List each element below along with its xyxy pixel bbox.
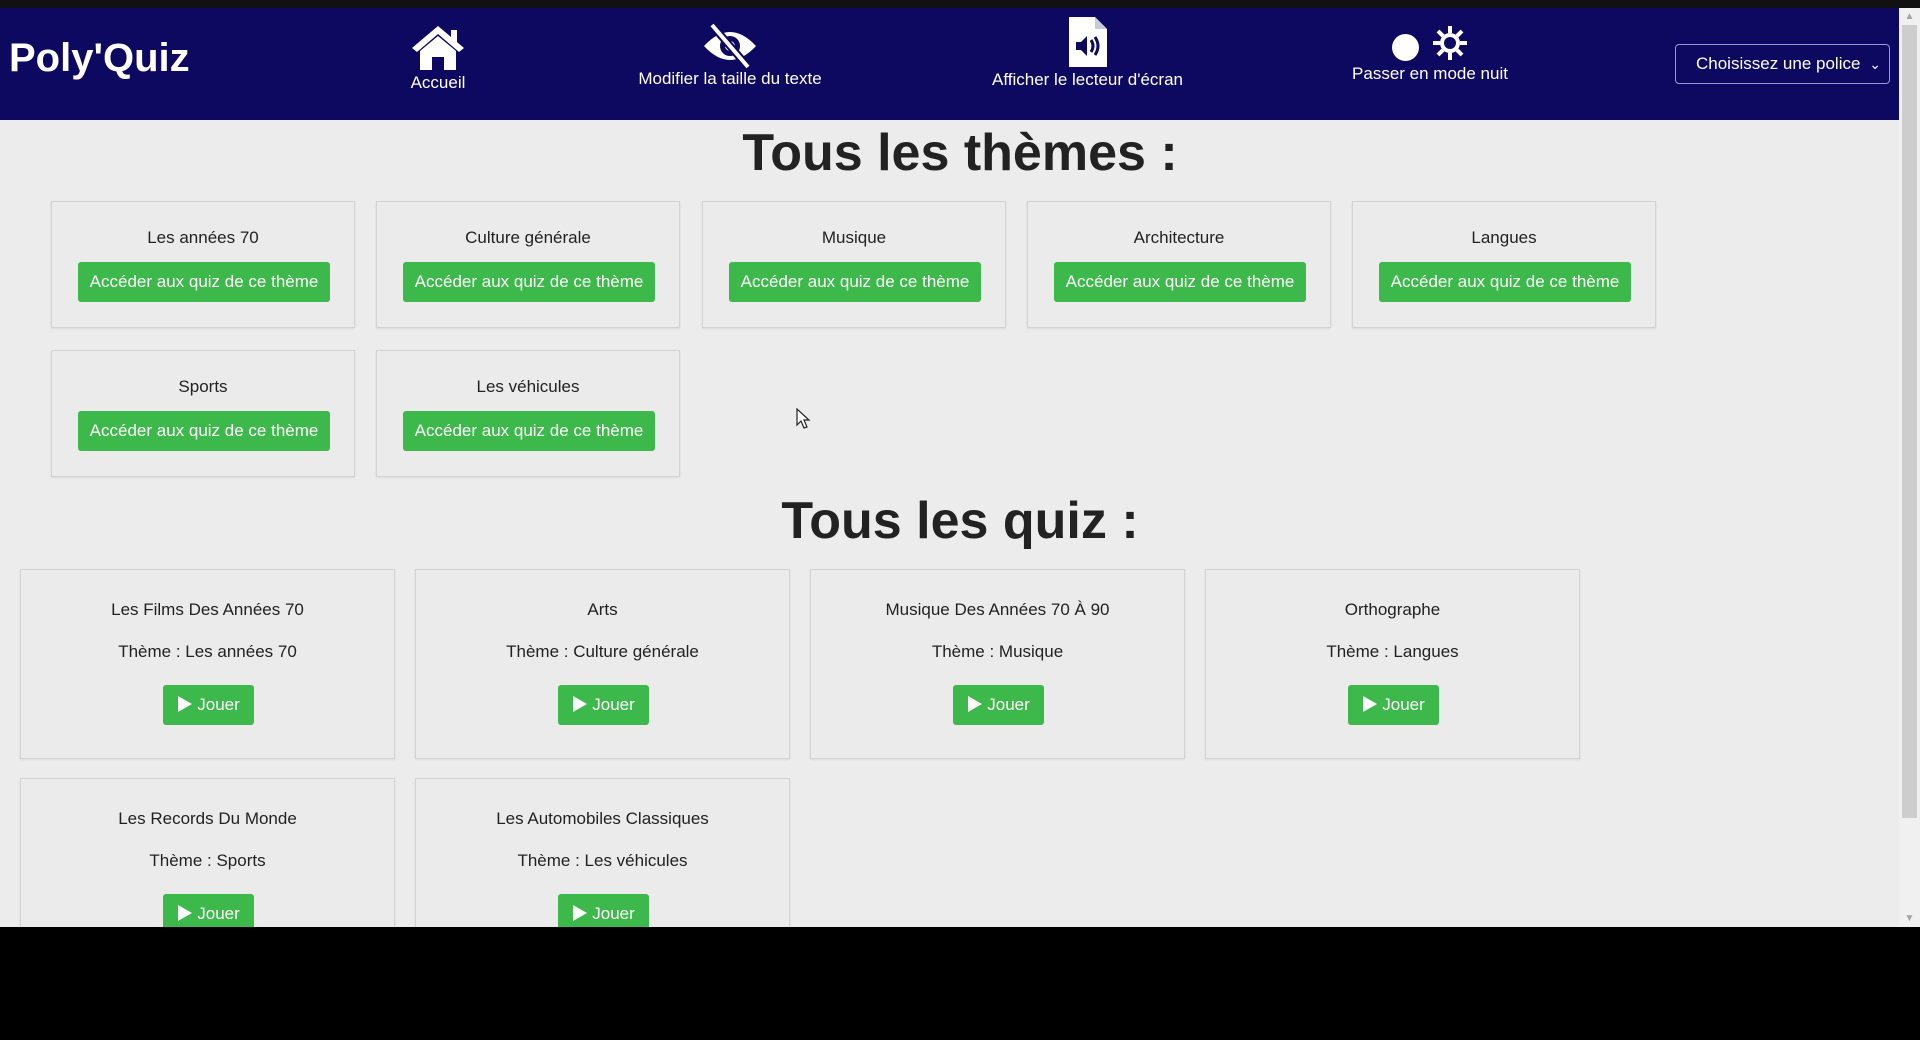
theme-name: Architecture	[1133, 228, 1225, 247]
brand-logo[interactable]: Poly'Quiz	[9, 36, 190, 81]
quiz-name: Les Films Des Années 70	[111, 600, 304, 619]
nav-screen-reader-label: Afficher le lecteur d'écran	[992, 70, 1183, 89]
quiz-theme: Thème : Les années 70	[118, 642, 297, 661]
quiz-name: Musique Des Années 70 À 90	[885, 600, 1110, 619]
play-button[interactable]: Jouer	[558, 685, 649, 725]
quiz-card: Musique Des Années 70 À 90 Thème : Musiq…	[810, 569, 1185, 759]
play-button[interactable]: Jouer	[163, 685, 254, 725]
theme-card: Architecture Accéder aux quiz de ce thèm…	[1027, 201, 1331, 328]
quiz-card: Orthographe Thème : Langues Jouer	[1205, 569, 1580, 759]
font-select-value: Choisissez une police	[1696, 54, 1861, 73]
theme-name: Les véhicules	[476, 377, 580, 396]
quiz-theme: Thème : Culture générale	[506, 642, 699, 661]
font-select[interactable]: Choisissez une police ⌄	[1675, 44, 1890, 84]
quiz-card: Arts Thème : Culture générale Jouer	[415, 569, 790, 759]
quiz-theme: Thème : Sports	[149, 851, 266, 870]
theme-card: Les véhicules Accéder aux quiz de ce thè…	[376, 350, 680, 477]
play-button[interactable]: Jouer	[1348, 685, 1439, 725]
nav-home[interactable]: Accueil	[398, 8, 478, 120]
play-icon	[178, 696, 193, 712]
mouse-cursor-icon	[796, 408, 811, 429]
quiz-card: Les Automobiles Classiques Thème : Les v…	[415, 778, 790, 927]
eye-slash-icon	[704, 22, 756, 70]
theme-name: Langues	[1471, 228, 1537, 247]
theme-card: Sports Accéder aux quiz de ce thème	[51, 350, 355, 477]
nav-home-label: Accueil	[410, 73, 466, 92]
quiz-theme: Thème : Musique	[931, 642, 1064, 661]
play-icon	[573, 696, 588, 712]
play-label: Jouer	[1382, 695, 1425, 714]
play-label: Jouer	[592, 695, 635, 714]
theme-access-button[interactable]: Accéder aux quiz de ce thème	[78, 411, 330, 451]
moon-icon	[1392, 33, 1419, 61]
quiz-card: Les Records Du Monde Thème : Sports Joue…	[20, 778, 395, 927]
quiz-name: Les Automobiles Classiques	[496, 809, 709, 828]
theme-access-button[interactable]: Accéder aux quiz de ce thème	[1379, 262, 1631, 302]
play-label: Jouer	[592, 904, 635, 923]
home-icon	[412, 26, 464, 70]
scroll-down-icon[interactable]: ▼	[1899, 910, 1920, 927]
scrollbar-thumb[interactable]	[1902, 25, 1917, 818]
nav-text-size[interactable]: Modifier la taille du texte	[615, 8, 845, 120]
nav-night-mode-label: Passer en mode nuit	[1352, 64, 1508, 83]
quiz-name: Arts	[587, 600, 618, 619]
theme-access-button[interactable]: Accéder aux quiz de ce thème	[729, 262, 981, 302]
page-viewport: Poly'Quiz Accueil Modifier la taille du …	[0, 8, 1899, 927]
quiz-theme: Thème : Langues	[1326, 642, 1459, 661]
play-label: Jouer	[197, 695, 240, 714]
scroll-up-icon[interactable]: ▲	[1899, 8, 1920, 25]
window-top-edge	[0, 0, 1920, 8]
nav-text-size-label: Modifier la taille du texte	[638, 69, 822, 88]
chevron-down-icon: ⌄	[1869, 56, 1881, 72]
theme-name: Les années 70	[147, 228, 259, 247]
theme-card: Langues Accéder aux quiz de ce thème	[1352, 201, 1656, 328]
theme-access-button[interactable]: Accéder aux quiz de ce thème	[78, 262, 330, 302]
play-label: Jouer	[197, 904, 240, 923]
audio-file-icon	[1068, 17, 1107, 67]
navbar: Poly'Quiz Accueil Modifier la taille du …	[0, 8, 1899, 120]
theme-access-button[interactable]: Accéder aux quiz de ce thème	[1054, 262, 1306, 302]
theme-access-button[interactable]: Accéder aux quiz de ce thème	[403, 262, 655, 302]
quiz-name: Les Records Du Monde	[118, 809, 297, 828]
quiz-theme: Thème : Les véhicules	[517, 851, 688, 870]
play-icon	[968, 696, 983, 712]
theme-card: Musique Accéder aux quiz de ce thème	[702, 201, 1006, 328]
play-button[interactable]: Jouer	[163, 894, 254, 927]
play-icon	[178, 905, 193, 921]
play-icon	[573, 905, 588, 921]
theme-name: Sports	[178, 377, 228, 396]
play-icon	[1363, 696, 1378, 712]
nav-screen-reader[interactable]: Afficher le lecteur d'écran	[985, 8, 1190, 120]
themes-title: Tous les thèmes :	[742, 124, 1178, 182]
theme-card: Les années 70 Accéder aux quiz de ce thè…	[51, 201, 355, 328]
theme-access-button[interactable]: Accéder aux quiz de ce thème	[403, 411, 655, 451]
play-button[interactable]: Jouer	[558, 894, 649, 927]
sun-icon	[1433, 26, 1467, 60]
theme-name: Culture générale	[465, 228, 591, 247]
quiz-card: Les Films Des Années 70 Thème : Les anné…	[20, 569, 395, 759]
nav-night-mode[interactable]: Passer en mode nuit	[1340, 8, 1520, 120]
theme-name: Musique	[821, 228, 887, 247]
quiz-title: Tous les quiz :	[781, 492, 1139, 550]
play-button[interactable]: Jouer	[953, 685, 1044, 725]
play-label: Jouer	[987, 695, 1030, 714]
theme-card: Culture générale Accéder aux quiz de ce …	[376, 201, 680, 328]
vertical-scrollbar[interactable]: ▲ ▼	[1899, 8, 1920, 927]
quiz-name: Orthographe	[1344, 600, 1441, 619]
